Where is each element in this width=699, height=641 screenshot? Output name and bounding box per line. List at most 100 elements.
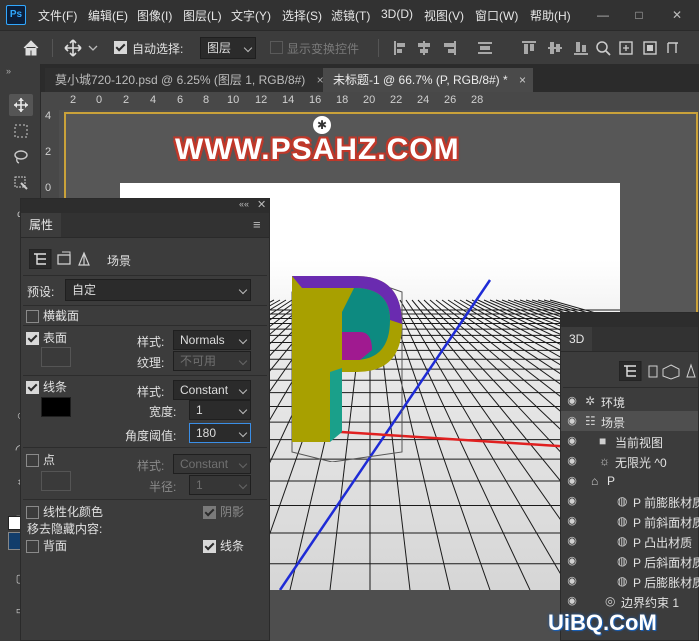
visibility-eye-icon[interactable]: ◉ <box>566 575 578 587</box>
menu-view[interactable]: 视图(V) <box>424 7 464 24</box>
preset-dropdown[interactable]: 自定 <box>65 279 251 301</box>
auto-select-label: 自动选择: <box>132 42 184 56</box>
hidden-lines-label: 线条 <box>220 539 245 553</box>
minimize-button[interactable]: — <box>588 4 618 26</box>
close-window-button[interactable]: ✕ <box>662 4 692 26</box>
menu-layer[interactable]: 图层(L) <box>183 7 222 24</box>
scene-filter-icons[interactable] <box>29 249 99 269</box>
tab-document-1[interactable]: 莫小城720-120.psd @ 6.25% (图层 1, RGB/8#) × <box>45 68 325 92</box>
layer-row-5[interactable]: ◉ ◍ P 前膨胀材质 <box>561 491 699 511</box>
site-logo: UiBQ.CoM <box>548 610 657 635</box>
layer-row-2[interactable]: ◉ ■ 当前视图 <box>561 431 698 451</box>
visibility-eye-icon[interactable]: ◉ <box>566 435 578 447</box>
visibility-eye-icon[interactable]: ◉ <box>566 515 578 527</box>
cross-section-checkbox[interactable] <box>26 310 39 323</box>
auto-select-dropdown[interactable]: 图层 <box>200 37 256 59</box>
tab-document-2[interactable]: 未标题-1 @ 66.7% (P, RGB/8#) * × <box>323 68 533 92</box>
layer-row-0[interactable]: ◉ ✲ 环境 <box>561 391 698 411</box>
menu-file[interactable]: 文件(F) <box>38 7 77 24</box>
lasso-icon <box>14 150 28 164</box>
ruler-label: 2 <box>123 94 130 106</box>
close-tab-icon[interactable]: × <box>519 73 526 87</box>
panel-menu-icon[interactable]: ≡ <box>253 217 261 232</box>
3d-letter-model[interactable] <box>262 272 407 462</box>
points-color-swatch[interactable] <box>41 471 71 491</box>
menu-help[interactable]: 帮助(H) <box>530 7 571 24</box>
menu-bar: Ps 文件(F) 编辑(E) 图像(I) 图层(L) 文字(Y) 选择(S) 滤… <box>0 0 699 30</box>
visibility-eye-icon[interactable]: ◉ <box>566 535 578 547</box>
ruler-label: 4 <box>150 94 157 106</box>
layer-row-8[interactable]: ◉ ◍ P 后斜面材质 <box>561 551 699 571</box>
linearize-colors-checkbox[interactable] <box>26 506 39 519</box>
menu-3d[interactable]: 3D(D) <box>381 7 413 21</box>
auto-select-checkbox[interactable] <box>114 41 127 54</box>
layer-row-9[interactable]: ◉ ◍ P 后膨胀材质 <box>561 571 699 591</box>
ruler-top[interactable]: 2 0 2 4 6 8 10 12 14 16 18 20 22 24 26 2… <box>41 92 699 111</box>
layer-row-6[interactable]: ◉ ◍ P 前斜面材质 <box>561 511 699 531</box>
menu-window[interactable]: 窗口(W) <box>475 7 518 24</box>
visibility-eye-icon[interactable]: ◉ <box>566 415 578 427</box>
layer-row-3[interactable]: ◉ ☼ 无限光 ^0 <box>561 451 698 471</box>
texture-dropdown[interactable]: 不可用 <box>173 351 251 371</box>
tab-properties[interactable]: 属性 <box>21 213 62 237</box>
collapse-panel-icon[interactable]: «« <box>239 199 249 209</box>
layer-name: P <box>607 474 616 488</box>
quick-select-tool-button[interactable] <box>9 172 33 194</box>
chevron-down-icon[interactable] <box>88 43 98 53</box>
lines-checkbox[interactable] <box>26 381 39 394</box>
layer-row-10[interactable]: ◉ ◎ 边界约束 1 <box>561 591 698 611</box>
lines-color-swatch[interactable] <box>41 397 71 417</box>
visibility-eye-icon[interactable]: ◉ <box>566 395 578 407</box>
marquee-tool-button[interactable] <box>9 120 33 142</box>
tab-3d[interactable]: 3D <box>561 327 593 351</box>
3d-panel-header[interactable] <box>561 313 698 327</box>
collapse-toolbar-icon[interactable]: » <box>6 66 11 76</box>
show-transform-checkbox[interactable] <box>270 41 283 54</box>
properties-panel-header[interactable]: «« ✕ <box>21 199 269 213</box>
separator <box>378 39 379 57</box>
visibility-eye-icon[interactable]: ◉ <box>566 475 578 487</box>
ruler-label: 28 <box>471 94 484 106</box>
menu-edit[interactable]: 编辑(E) <box>88 7 128 24</box>
lasso-tool-button[interactable] <box>9 146 33 168</box>
surface-checkbox[interactable] <box>26 332 39 345</box>
home-icon[interactable] <box>22 39 40 57</box>
points-style-dropdown[interactable]: Constant <box>173 454 251 474</box>
visibility-eye-icon[interactable]: ◉ <box>566 595 578 607</box>
visibility-eye-icon[interactable]: ◉ <box>566 455 578 467</box>
lines-style-dropdown[interactable]: Constant <box>173 380 251 400</box>
points-checkbox[interactable] <box>26 454 39 467</box>
menu-select[interactable]: 选择(S) <box>282 7 322 24</box>
menu-filter[interactable]: 滤镜(T) <box>331 7 370 24</box>
layer-row-7[interactable]: ◉ ◍ P 凸出材质 <box>561 531 698 551</box>
ruler-label: 26 <box>444 94 457 106</box>
menu-image[interactable]: 图像(I) <box>137 7 172 24</box>
layer-row-1[interactable]: ◉ ☷ 场景 <box>561 411 698 431</box>
visibility-eye-icon[interactable]: ◉ <box>566 555 578 567</box>
hidden-lines-checkbox[interactable] <box>203 540 216 553</box>
width-input[interactable]: 1 <box>189 400 251 420</box>
surface-color-swatch[interactable] <box>41 347 71 367</box>
material-icon: ◍ <box>617 554 628 568</box>
move-tool-icon[interactable] <box>64 39 82 57</box>
layer-row-4[interactable]: ◉ ⌂ P <box>561 471 698 491</box>
backfaces-checkbox[interactable] <box>26 540 39 553</box>
radius-input[interactable]: 1 <box>189 475 251 495</box>
visibility-eye-icon[interactable]: ◉ <box>566 495 578 507</box>
align-distribute-icons[interactable] <box>392 39 692 57</box>
grid-line <box>393 299 531 590</box>
shadow-checkbox[interactable] <box>203 506 216 519</box>
mesh-icon: ⌂ <box>591 474 599 488</box>
angle-threshold-input[interactable]: 180 <box>189 423 251 443</box>
marquee-icon <box>14 124 28 138</box>
move-tool-button[interactable] <box>9 94 33 116</box>
backfaces-label: 背面 <box>43 539 68 553</box>
maximize-button[interactable]: □ <box>624 4 654 26</box>
ruler-label: 0 <box>96 94 103 106</box>
surface-style-dropdown[interactable]: Normals <box>173 330 251 350</box>
close-panel-icon[interactable]: ✕ <box>257 198 266 211</box>
3d-filter-icons[interactable] <box>619 361 699 381</box>
points-label: 点 <box>43 453 56 467</box>
menu-type[interactable]: 文字(Y) <box>231 7 271 24</box>
light-direction-icon[interactable]: ✱ <box>313 116 331 134</box>
